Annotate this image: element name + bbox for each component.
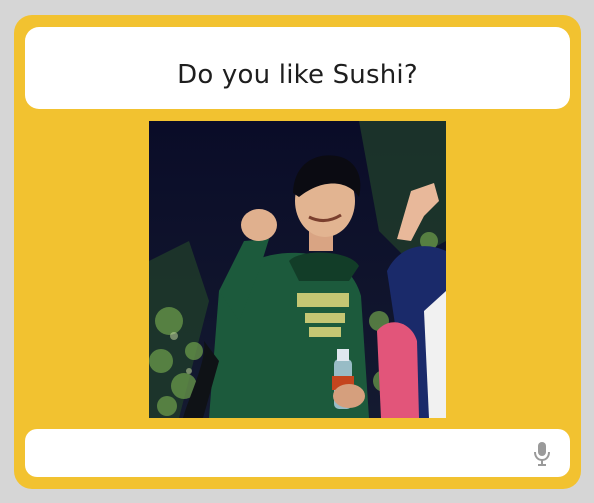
answer-bar: [25, 429, 570, 477]
photo-illustration: [149, 121, 446, 418]
microphone-icon[interactable]: [532, 441, 552, 467]
answer-input[interactable]: [37, 437, 521, 471]
question-text: Do you like Sushi?: [177, 60, 418, 90]
quiz-panel: Do you like Sushi?: [14, 15, 581, 489]
app-frame: Do you like Sushi?: [0, 0, 594, 503]
question-photo: [149, 121, 446, 418]
question-card: Do you like Sushi?: [25, 27, 570, 109]
